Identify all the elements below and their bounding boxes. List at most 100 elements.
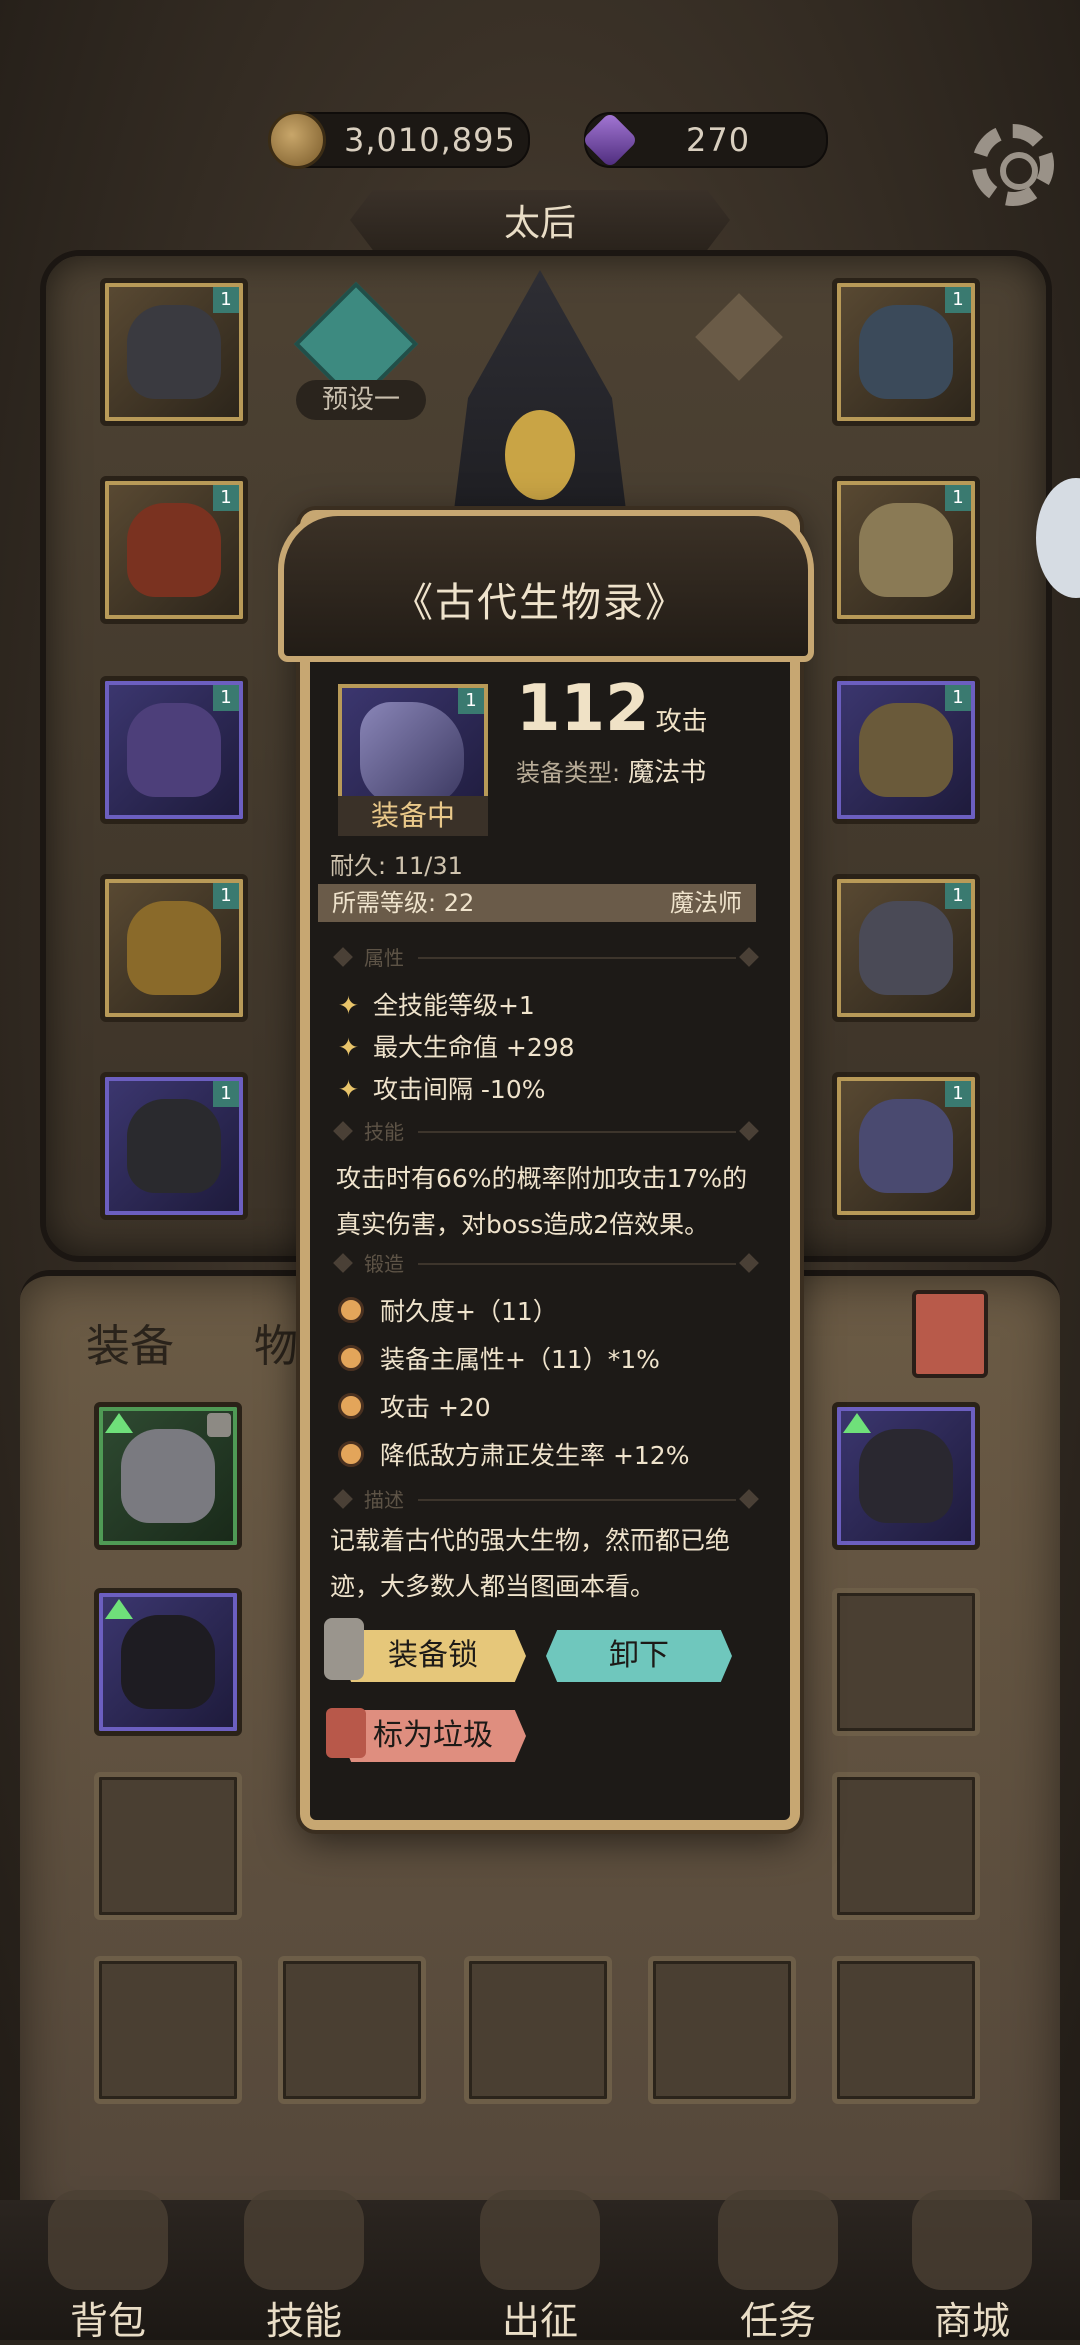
forge-line: 降低敌方肃正发生率 +12%	[338, 1436, 689, 1472]
durability: 耐久: 11/31	[330, 852, 463, 880]
quest-icon	[718, 2190, 838, 2290]
junk-icon	[326, 1708, 366, 1758]
section-skill: 技能	[333, 1120, 759, 1144]
slot-tag: 1	[945, 1081, 971, 1107]
nav-label: 背包	[69, 2299, 146, 2343]
inventory-slot-empty[interactable]	[832, 1588, 980, 1736]
equip-slot-necklace[interactable]: 1	[832, 278, 980, 426]
nav-label: 商城	[933, 2299, 1010, 2343]
equip-slot-helmet[interactable]: 1	[100, 278, 248, 426]
equip-slot-belt[interactable]: 1	[100, 874, 248, 1022]
equip-slot-ring[interactable]: 1	[832, 676, 980, 824]
forge-text: 降低敌方肃正发生率 +12%	[380, 1441, 690, 1470]
equip-slot-cloak[interactable]: 1	[100, 676, 248, 824]
lock-icon	[324, 1618, 364, 1680]
nav-expedition[interactable]: 出征	[432, 2190, 648, 2343]
trash-icon[interactable]	[912, 1290, 988, 1378]
preset-label[interactable]: 预设一	[296, 380, 426, 420]
nav-backpack[interactable]: 背包	[0, 2190, 216, 2343]
attack-stat: 112 攻击	[516, 672, 708, 746]
attribute-text: 最大生命值 +298	[372, 1033, 575, 1062]
nav-label: 任务	[739, 2299, 816, 2343]
equip-slot-gloves[interactable]: 1	[832, 476, 980, 624]
required-class: 魔法师	[670, 889, 742, 917]
star-icon: ✦	[338, 991, 359, 1020]
unequip-button[interactable]: 卸下	[546, 1630, 732, 1682]
slot-tag: 1	[945, 287, 971, 313]
tome-icon	[859, 1099, 953, 1193]
attribute-text: 全技能等级+1	[372, 991, 535, 1020]
slot-tag: 1	[945, 485, 971, 511]
inventory-slot-empty[interactable]	[94, 1956, 242, 2104]
nav-quests[interactable]: 任务	[670, 2190, 886, 2343]
section-attributes: 属性	[333, 946, 759, 970]
equip-type: 装备类型: 魔法书	[516, 752, 706, 789]
coin-icon	[268, 111, 326, 169]
equipped-badge: 装备中	[338, 796, 488, 836]
equip-slot-weapon[interactable]: 1	[832, 874, 980, 1022]
gear-icon[interactable]	[972, 124, 1054, 206]
inventory-slot[interactable]	[832, 1402, 980, 1550]
section-description: 描述	[333, 1488, 759, 1512]
attribute-line: ✦ 全技能等级+1	[338, 986, 535, 1022]
hero-face	[505, 410, 575, 500]
lock-icon	[207, 1413, 231, 1437]
nav-shop[interactable]: 商城	[864, 2190, 1080, 2343]
spellbook-icon	[360, 702, 464, 806]
slot-tag: 1	[945, 883, 971, 909]
gem-counter: 270	[581, 111, 828, 169]
item-description: 记载着古代的强大生物，然而都已绝迹，大多数人都当图画本看。	[330, 1526, 731, 1601]
equip-slot-offhand[interactable]: 1	[832, 1072, 980, 1220]
section-title: 属性	[364, 946, 404, 970]
gold-counter: 3,010,895	[268, 111, 530, 169]
equip-slot-armor[interactable]: 1	[100, 476, 248, 624]
tab-equipment[interactable]: 装备	[86, 1310, 174, 1374]
skill-description: 攻击时有66%的概率附加攻击17%的真实伤害，对boss造成2倍效果。	[336, 1164, 748, 1239]
inventory-slot-empty[interactable]	[832, 1772, 980, 1920]
upgrade-arrow-icon	[105, 1413, 133, 1433]
upgrade-arrow-icon	[105, 1599, 133, 1619]
inventory-slot-empty[interactable]	[278, 1956, 426, 2104]
required-level: 所需等级: 22	[332, 889, 475, 917]
forge-dot-icon	[338, 1393, 364, 1419]
nav-label: 出征	[501, 2299, 578, 2343]
section-title: 描述	[364, 1488, 404, 1512]
forge-line: 装备主属性+（11）*1%	[338, 1340, 660, 1376]
inventory-slot-empty[interactable]	[648, 1956, 796, 2104]
attribute-text: 攻击间隔 -10%	[372, 1075, 546, 1104]
inventory-slot-empty[interactable]	[464, 1956, 612, 2104]
character-name: 太后	[350, 190, 730, 250]
slot-tag: 1	[213, 1081, 239, 1107]
sword-icon	[480, 2190, 600, 2290]
slot-tag: 1	[213, 685, 239, 711]
necklace-icon	[859, 305, 953, 399]
section-title: 锻造	[364, 1252, 404, 1276]
equip-type-value: 魔法书	[628, 758, 707, 788]
belt-icon	[127, 901, 221, 995]
forge-line: 耐久度+（11）	[338, 1292, 558, 1328]
cloak-icon	[127, 703, 221, 797]
attribute-line: ✦ 最大生命值 +298	[338, 1028, 575, 1064]
staff-icon	[859, 901, 953, 995]
attack-label: 攻击	[655, 707, 708, 737]
inventory-slot-empty[interactable]	[94, 1772, 242, 1920]
forge-dot-icon	[338, 1441, 364, 1467]
helmet-icon	[127, 305, 221, 399]
inventory-slot[interactable]	[94, 1402, 242, 1550]
item-title: 《古代生物录》	[393, 580, 687, 626]
slot-tag: 1	[458, 688, 484, 714]
mark-junk-button[interactable]: 标为垃圾	[340, 1710, 526, 1762]
gem-icon	[581, 111, 639, 169]
forge-dot-icon	[338, 1345, 364, 1371]
equip-lock-button[interactable]: 装备锁	[340, 1630, 526, 1682]
inventory-slot-empty[interactable]	[832, 1956, 980, 2104]
slot-tag: 1	[213, 287, 239, 313]
attack-value: 112	[516, 672, 650, 746]
backpack-icon	[48, 2190, 168, 2290]
section-forge: 锻造	[333, 1252, 759, 1276]
inventory-slot[interactable]	[94, 1588, 242, 1736]
ring-icon	[121, 1429, 215, 1523]
slot-tag: 1	[945, 685, 971, 711]
nav-skills[interactable]: 技能	[196, 2190, 412, 2343]
equip-slot-boots[interactable]: 1	[100, 1072, 248, 1220]
